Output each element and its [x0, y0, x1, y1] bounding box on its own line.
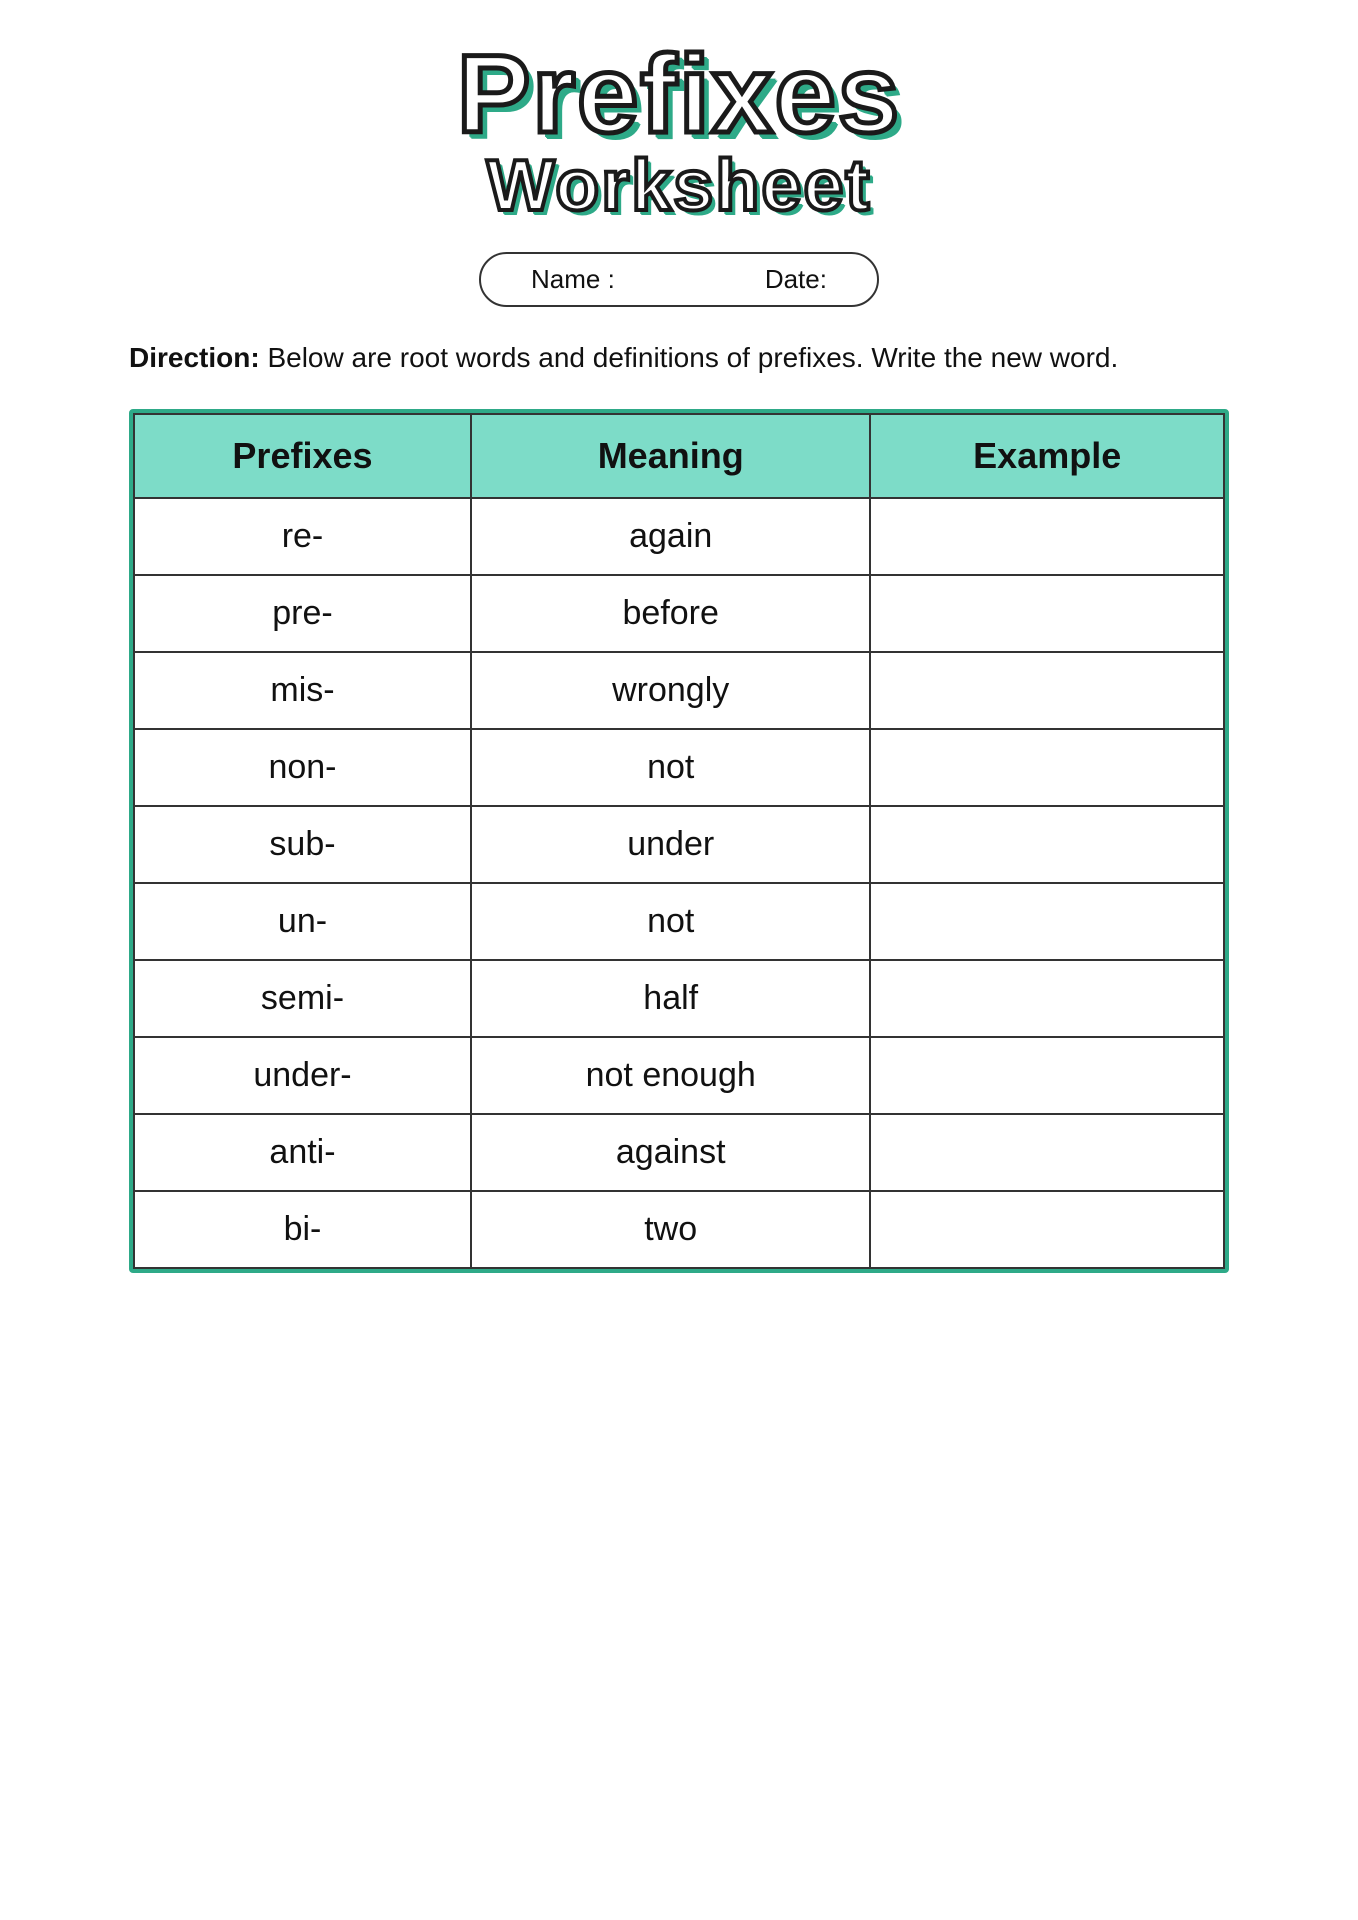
table-row: under-not enough [134, 1037, 1224, 1114]
cell-prefix: semi- [134, 960, 471, 1037]
cell-meaning: half [471, 960, 870, 1037]
cell-example[interactable] [870, 498, 1224, 575]
cell-meaning: two [471, 1191, 870, 1268]
table-row: mis-wrongly [134, 652, 1224, 729]
cell-meaning: under [471, 806, 870, 883]
direction-bold: Direction: [129, 342, 260, 373]
table-row: non-not [134, 729, 1224, 806]
table-row: sub-under [134, 806, 1224, 883]
prefixes-table-wrapper: Prefixes Meaning Example re-againpre-bef… [129, 409, 1229, 1273]
col-header-example: Example [870, 414, 1224, 498]
title-container: Prefixes Worksheet [457, 40, 901, 222]
name-date-row: Name : Date: [479, 252, 879, 307]
cell-prefix: anti- [134, 1114, 471, 1191]
cell-meaning: again [471, 498, 870, 575]
col-header-prefixes: Prefixes [134, 414, 471, 498]
table-row: pre-before [134, 575, 1224, 652]
title-prefixes: Prefixes [457, 40, 901, 150]
cell-example[interactable] [870, 883, 1224, 960]
cell-prefix: sub- [134, 806, 471, 883]
cell-example[interactable] [870, 806, 1224, 883]
name-label: Name : [531, 264, 615, 295]
cell-meaning: not enough [471, 1037, 870, 1114]
cell-prefix: pre- [134, 575, 471, 652]
cell-meaning: not [471, 883, 870, 960]
cell-example[interactable] [870, 729, 1224, 806]
cell-prefix: bi- [134, 1191, 471, 1268]
header-section: Prefixes Worksheet Name : Date: [457, 40, 901, 307]
table-header-row: Prefixes Meaning Example [134, 414, 1224, 498]
cell-prefix: un- [134, 883, 471, 960]
cell-prefix: under- [134, 1037, 471, 1114]
cell-prefix: mis- [134, 652, 471, 729]
direction-text: Below are root words and definitions of … [260, 342, 1119, 373]
table-row: re-again [134, 498, 1224, 575]
title-worksheet: Worksheet [457, 150, 901, 222]
cell-example[interactable] [870, 960, 1224, 1037]
cell-meaning: before [471, 575, 870, 652]
col-header-meaning: Meaning [471, 414, 870, 498]
cell-prefix: non- [134, 729, 471, 806]
date-label: Date: [765, 264, 827, 295]
cell-example[interactable] [870, 1037, 1224, 1114]
cell-example[interactable] [870, 652, 1224, 729]
cell-meaning: not [471, 729, 870, 806]
prefixes-table: Prefixes Meaning Example re-againpre-bef… [133, 413, 1225, 1269]
table-row: bi-two [134, 1191, 1224, 1268]
cell-prefix: re- [134, 498, 471, 575]
cell-meaning: wrongly [471, 652, 870, 729]
table-row: semi-half [134, 960, 1224, 1037]
cell-example[interactable] [870, 1191, 1224, 1268]
direction-section: Direction: Below are root words and defi… [129, 337, 1229, 379]
cell-example[interactable] [870, 1114, 1224, 1191]
table-row: anti-against [134, 1114, 1224, 1191]
cell-meaning: against [471, 1114, 870, 1191]
table-row: un-not [134, 883, 1224, 960]
cell-example[interactable] [870, 575, 1224, 652]
